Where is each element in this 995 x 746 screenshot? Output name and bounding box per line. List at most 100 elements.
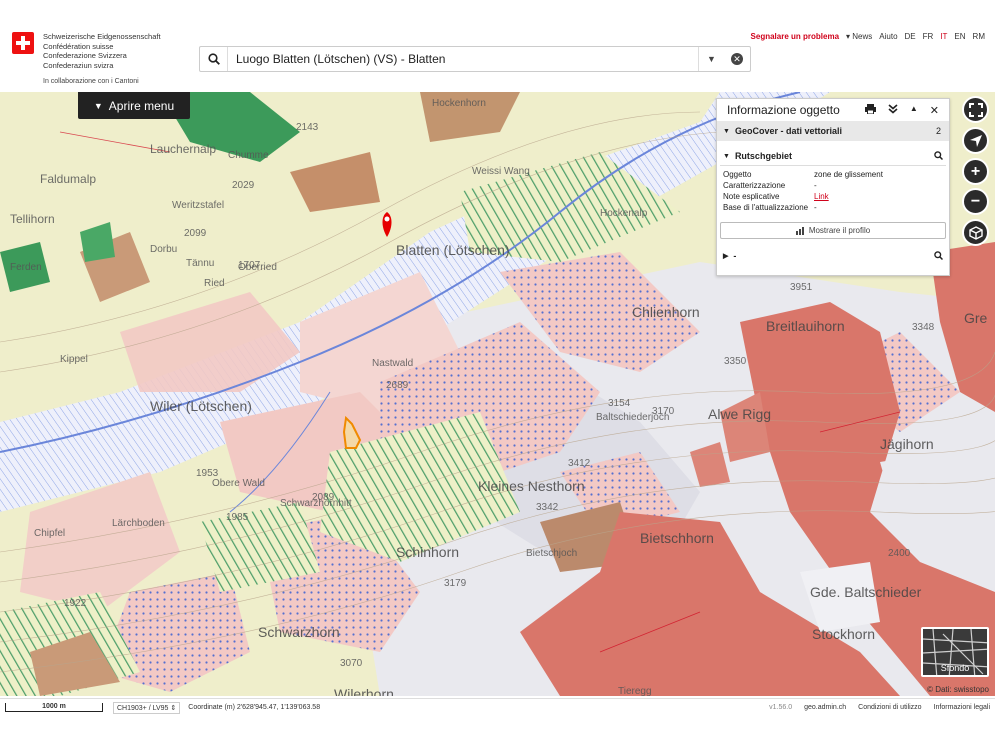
map-label: Bietschjoch — [526, 548, 578, 559]
fullscreen-button[interactable] — [962, 96, 989, 123]
map-label: Tellihorn — [10, 212, 55, 226]
plus-icon: + — [970, 162, 981, 180]
spot-height: 3348 — [912, 322, 935, 333]
scale-bar: 1000 m — [5, 703, 103, 712]
attribute-row: Base di l'attualizzazione - — [723, 203, 817, 212]
map-label: Hockenalp — [600, 208, 648, 219]
attribute-row: Caratterizzazione - — [723, 181, 817, 190]
map-label: Gre — [964, 310, 988, 326]
updown-icon: ⇕ — [170, 704, 177, 712]
copyright-notice[interactable]: © Dati: swisstopo — [927, 685, 989, 694]
layer-name: GeoCover - dati vettoriali — [734, 126, 842, 136]
map-label: Alwe Rigg — [708, 406, 772, 422]
spot-height: 1953 — [196, 468, 219, 479]
map-label: Nastwald — [372, 358, 414, 369]
profile-chart-icon — [795, 226, 804, 235]
map-label: Chipfel — [34, 528, 66, 539]
map-label: Lärchboden — [112, 518, 165, 529]
report-problem-link[interactable]: Segnalare un problema — [751, 32, 839, 41]
map-label: Weissi Wang — [472, 166, 530, 177]
footer-bar: 1000 m CH1903+ / LV95 ⇕ Coordinate (m) 2… — [0, 698, 995, 716]
search-icon[interactable] — [200, 47, 228, 71]
spot-height: 3070 — [340, 658, 363, 669]
spot-height: 2029 — [232, 180, 255, 191]
layer-count: 2 — [935, 126, 941, 136]
spot-height: 3154 — [608, 398, 631, 409]
open-menu-button[interactable]: ▼ Aprire menu — [78, 92, 190, 119]
basemap-selector[interactable]: Sfondo — [921, 627, 989, 677]
lang-rm[interactable]: RM — [973, 32, 985, 41]
caret-down-icon: ▼ — [723, 152, 730, 160]
lang-fr[interactable]: FR — [923, 32, 934, 41]
clear-search-button[interactable]: ✕ — [724, 47, 750, 71]
double-chevron-down-icon[interactable] — [888, 103, 898, 117]
map-label: Dorbu — [150, 244, 178, 255]
cantons-note: In collaborazione con i Cantoni — [43, 78, 139, 85]
collapse-up-icon[interactable]: ▲ — [910, 104, 918, 117]
lang-en[interactable]: EN — [954, 32, 965, 41]
fullscreen-icon — [968, 102, 983, 117]
map-label: Bietschhorn — [640, 530, 714, 546]
map-label: Kippel — [60, 354, 88, 365]
cube-icon — [968, 225, 983, 240]
spot-height: 2099 — [184, 228, 207, 239]
confederation-brand[interactable]: Schweizerische Eidgenossenschaft Confédé… — [12, 32, 161, 70]
lang-it[interactable]: IT — [940, 32, 947, 41]
geolocation-button[interactable] — [962, 127, 989, 154]
print-icon[interactable] — [864, 103, 876, 117]
spot-height: 2400 — [888, 548, 911, 559]
legal-link[interactable]: Informazioni legali — [934, 704, 990, 711]
terms-link[interactable]: Condizioni di utilizzo — [858, 704, 921, 711]
site-link[interactable]: geo.admin.ch — [804, 704, 846, 711]
help-link[interactable]: Aiuto — [879, 32, 897, 41]
map-label: Ried — [204, 278, 225, 289]
zoom-to-feature-icon[interactable] — [934, 150, 944, 162]
version-link[interactable]: v1.56.0 — [769, 704, 792, 711]
brand-name: Schweizerische Eidgenossenschaft — [43, 32, 161, 41]
layer-header[interactable]: ▼ GeoCover - dati vettoriali 2 — [717, 121, 949, 141]
site-header: Schweizerische Eidgenossenschaft Confédé… — [0, 28, 995, 92]
crs-select[interactable]: CH1903+ / LV95 ⇕ — [113, 701, 181, 714]
spot-height: 2089 — [312, 492, 335, 503]
map-label: Chumme — [228, 150, 269, 161]
zoom-out-button[interactable]: − — [962, 188, 989, 215]
feature-header[interactable]: ▼ Rutschgebiet — [717, 147, 949, 165]
lang-de[interactable]: DE — [905, 32, 916, 41]
map-label: Tieregg — [618, 686, 652, 696]
3d-view-button[interactable] — [962, 219, 989, 246]
news-link[interactable]: ▾ News — [846, 32, 872, 41]
spot-height: 2143 — [296, 122, 319, 133]
map-label: Obere Wald — [212, 478, 265, 489]
zoom-in-button[interactable]: + — [962, 158, 989, 185]
zoom-to-feature-icon[interactable] — [934, 250, 944, 262]
feature-attributes: Oggetto zone de glissement Caratterizzaz… — [717, 166, 949, 214]
map-label: Wilerhorn — [334, 686, 394, 696]
map-label: Ferden — [10, 262, 42, 273]
map-label: Faldumalp — [40, 172, 97, 186]
brand-name: Confederaziun svizra — [43, 60, 114, 70]
close-icon[interactable]: ✕ — [930, 104, 939, 117]
map-label: Schwarzhorn — [258, 624, 340, 640]
map-label: Blatten (Lötschen) — [396, 242, 510, 258]
spot-height: 3170 — [652, 406, 675, 417]
map-label: Stockhorn — [812, 626, 876, 642]
explanatory-notes-link[interactable]: Link — [814, 192, 829, 203]
feature-name: - — [733, 251, 737, 261]
show-profile-button[interactable]: Mostrare il profilo — [720, 222, 946, 239]
search-input[interactable] — [228, 52, 698, 66]
spot-height: 3342 — [536, 502, 559, 513]
map-label: Gde. Baltschieder — [810, 584, 922, 600]
map-label: Jägihorn — [880, 436, 934, 452]
spot-height: 1922 — [64, 598, 87, 609]
close-icon: ✕ — [731, 53, 743, 65]
spot-height: 3350 — [724, 356, 747, 367]
caret-down-icon: ▼ — [723, 127, 730, 135]
attribute-row: Oggetto zone de glissement — [723, 170, 883, 179]
chevron-down-icon[interactable]: ▼ — [698, 47, 724, 71]
swiss-cross-logo — [12, 32, 34, 54]
spot-height: 1707 — [238, 260, 261, 271]
feature-header-collapsed[interactable]: ▶ - — [717, 248, 949, 264]
minus-icon: − — [970, 192, 981, 210]
spot-height: 1985 — [226, 512, 249, 523]
map-label: Lauchernalp — [150, 142, 217, 156]
